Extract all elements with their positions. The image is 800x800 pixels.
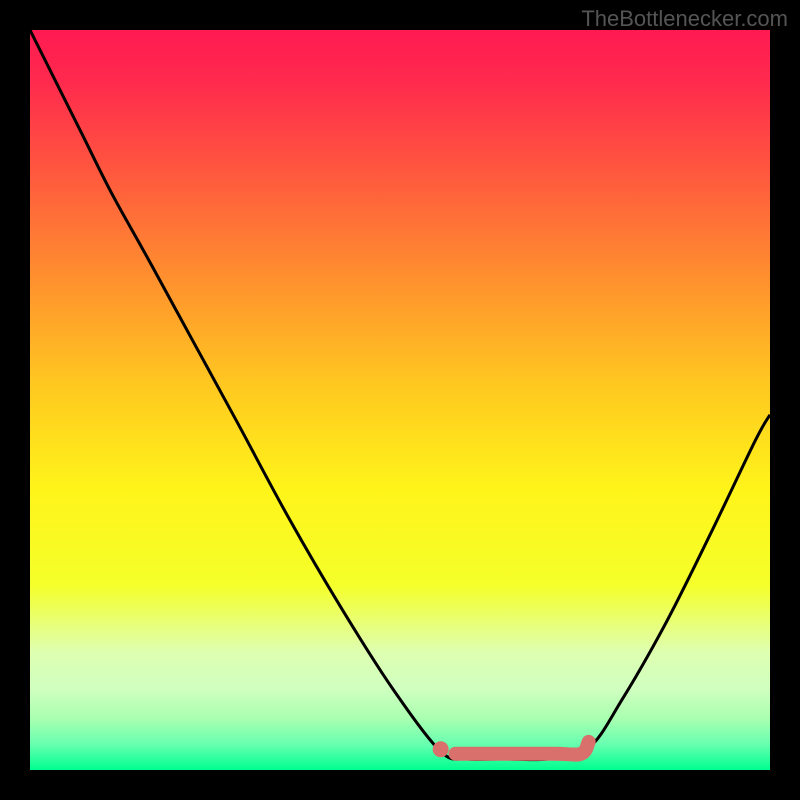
watermark-text: TheBottlenecker.com [581,6,788,32]
chart-plot-area [30,30,770,770]
chart-curves [30,30,770,770]
